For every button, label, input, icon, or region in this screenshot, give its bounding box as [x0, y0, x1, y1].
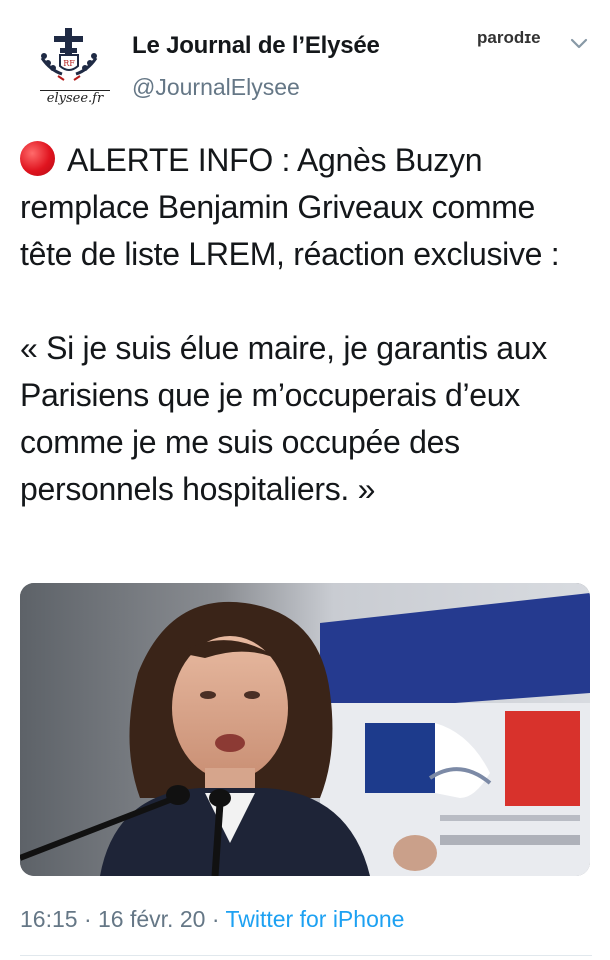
tweet-date[interactable]: 16 févr. 20	[98, 906, 205, 932]
tweet-header: RF elysee.fr Le Journal de l’Elysée @Jou…	[20, 18, 592, 116]
tweet-time[interactable]: 16:15	[20, 906, 78, 932]
meta-separator: ·	[205, 906, 226, 932]
alert-paragraph: ALERTE INFO : Agnès Buzyn remplace Benja…	[20, 137, 592, 278]
divider	[20, 955, 592, 956]
svg-text:RF: RF	[63, 59, 75, 68]
tweet-meta: 16:15 · 16 févr. 20 · Twitter for iPhone	[20, 906, 404, 933]
chevron-down-icon[interactable]	[568, 32, 590, 54]
avatar[interactable]: RF elysee.fr	[22, 22, 116, 116]
user-handle[interactable]: @JournalElysee	[132, 74, 300, 101]
alert-text: ALERTE INFO : Agnès Buzyn remplace Benja…	[20, 142, 560, 272]
red-circle-icon	[20, 141, 55, 176]
tweet-text: ALERTE INFO : Agnès Buzyn remplace Benja…	[20, 137, 592, 513]
parody-label: parodɪe	[477, 28, 541, 47]
tweet-source-link[interactable]: Twitter for iPhone	[225, 906, 404, 932]
avatar-caption: elysee.fr	[40, 90, 110, 106]
tweet-photo[interactable]	[20, 583, 590, 876]
quote-paragraph: « Si je suis élue maire, je garantis aux…	[20, 330, 547, 507]
elysee-emblem-icon: RF	[40, 28, 98, 81]
press-photo	[20, 583, 590, 876]
display-name[interactable]: Le Journal de l’Elysée	[132, 32, 380, 60]
tweet-card: RF elysee.fr Le Journal de l’Elysée @Jou…	[0, 0, 610, 960]
meta-separator: ·	[77, 906, 99, 932]
